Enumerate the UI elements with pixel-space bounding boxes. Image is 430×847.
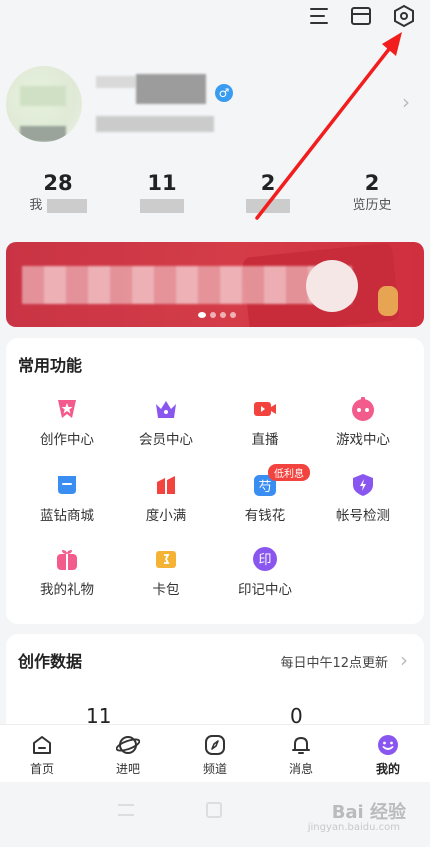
home-icon <box>33 736 51 754</box>
star-flag-icon <box>58 400 76 418</box>
compass-icon <box>205 735 225 755</box>
func-game-center[interactable]: 游戏中心 <box>318 396 408 448</box>
home-nav-icon[interactable] <box>206 802 222 818</box>
avatar[interactable] <box>6 66 82 142</box>
card-title: 创作数据 <box>18 652 83 671</box>
tab-mine[interactable]: 我的 <box>358 733 418 777</box>
planet-icon <box>116 736 140 754</box>
coin-graphic <box>306 260 358 312</box>
func-duxiaoman[interactable]: 度小满 <box>121 472 211 524</box>
low-interest-badge: 低利息 <box>268 464 310 481</box>
stat-item-history[interactable]: 2 览历史 <box>322 170 422 216</box>
chevron-right-icon[interactable]: › <box>400 648 408 672</box>
character-graphic <box>378 286 398 316</box>
shield-bolt-icon <box>353 474 373 496</box>
system-navigation-bar: Bai 经验 jingyan.baidu.com <box>0 782 430 847</box>
common-functions-card: 常用功能 创作中心 会员中心 直播 游戏中心 蓝钻商城 度小满 低利息 芍 有钱… <box>6 338 424 624</box>
diamond-icon <box>58 476 76 494</box>
box-icon[interactable] <box>348 4 374 28</box>
settings-icon[interactable] <box>391 4 417 28</box>
stats-row: 28 我 11 2 2 览历史 <box>0 170 430 230</box>
svg-text:印: 印 <box>258 553 271 568</box>
bell-icon <box>292 737 310 754</box>
carousel-indicator <box>198 312 236 318</box>
gift-icon <box>57 550 77 570</box>
duxiaoman-icon <box>157 476 175 494</box>
svg-text:芍: 芍 <box>258 479 271 495</box>
func-blue-diamond-mall[interactable]: 蓝钻商城 <box>22 472 112 524</box>
stat-item[interactable]: 11 <box>112 170 212 216</box>
stat-item[interactable]: 28 我 <box>8 170 108 216</box>
menu-nav-icon[interactable] <box>118 804 134 816</box>
seal-icon: 印 <box>253 547 277 571</box>
gender-male-icon: ♂ <box>215 84 233 102</box>
func-live[interactable]: 直播 <box>220 396 310 448</box>
card-title: 常用功能 <box>18 356 83 375</box>
crown-icon <box>156 401 176 418</box>
func-my-gifts[interactable]: 我的礼物 <box>22 546 112 598</box>
watermark-url: jingyan.baidu.com <box>307 822 400 833</box>
tab-home[interactable]: 首页 <box>12 733 72 777</box>
profile-header[interactable]: ♂ › <box>0 58 430 148</box>
smile-icon <box>378 735 398 755</box>
func-card-wallet[interactable]: 卡包 <box>121 546 211 598</box>
func-creation-center[interactable]: 创作中心 <box>22 396 112 448</box>
tab-channel[interactable]: 频道 <box>185 733 245 777</box>
func-seal-center[interactable]: 印 印记中心 <box>220 546 310 598</box>
watermark-logo: Bai 经验 <box>331 802 406 823</box>
tab-messages[interactable]: 消息 <box>271 733 331 777</box>
func-youqianhua[interactable]: 低利息 芍 有钱花 <box>220 464 310 524</box>
stat-item[interactable]: 2 <box>218 170 318 216</box>
top-bar <box>0 0 430 40</box>
gamepad-icon <box>352 397 374 421</box>
video-camera-icon <box>254 402 276 416</box>
func-member-center[interactable]: 会员中心 <box>121 396 211 448</box>
tab-jinba[interactable]: 进吧 <box>98 733 158 777</box>
promo-banner[interactable] <box>6 242 424 327</box>
scan-icon[interactable] <box>306 4 332 28</box>
update-note[interactable]: 每日中午12点更新 <box>280 652 388 671</box>
bottom-tab-bar: 首页 进吧 频道 消息 我的 <box>0 724 430 782</box>
card-wallet-icon <box>156 551 176 568</box>
func-account-check[interactable]: 帐号检测 <box>318 472 408 524</box>
chevron-right-icon[interactable]: › <box>402 90 410 114</box>
